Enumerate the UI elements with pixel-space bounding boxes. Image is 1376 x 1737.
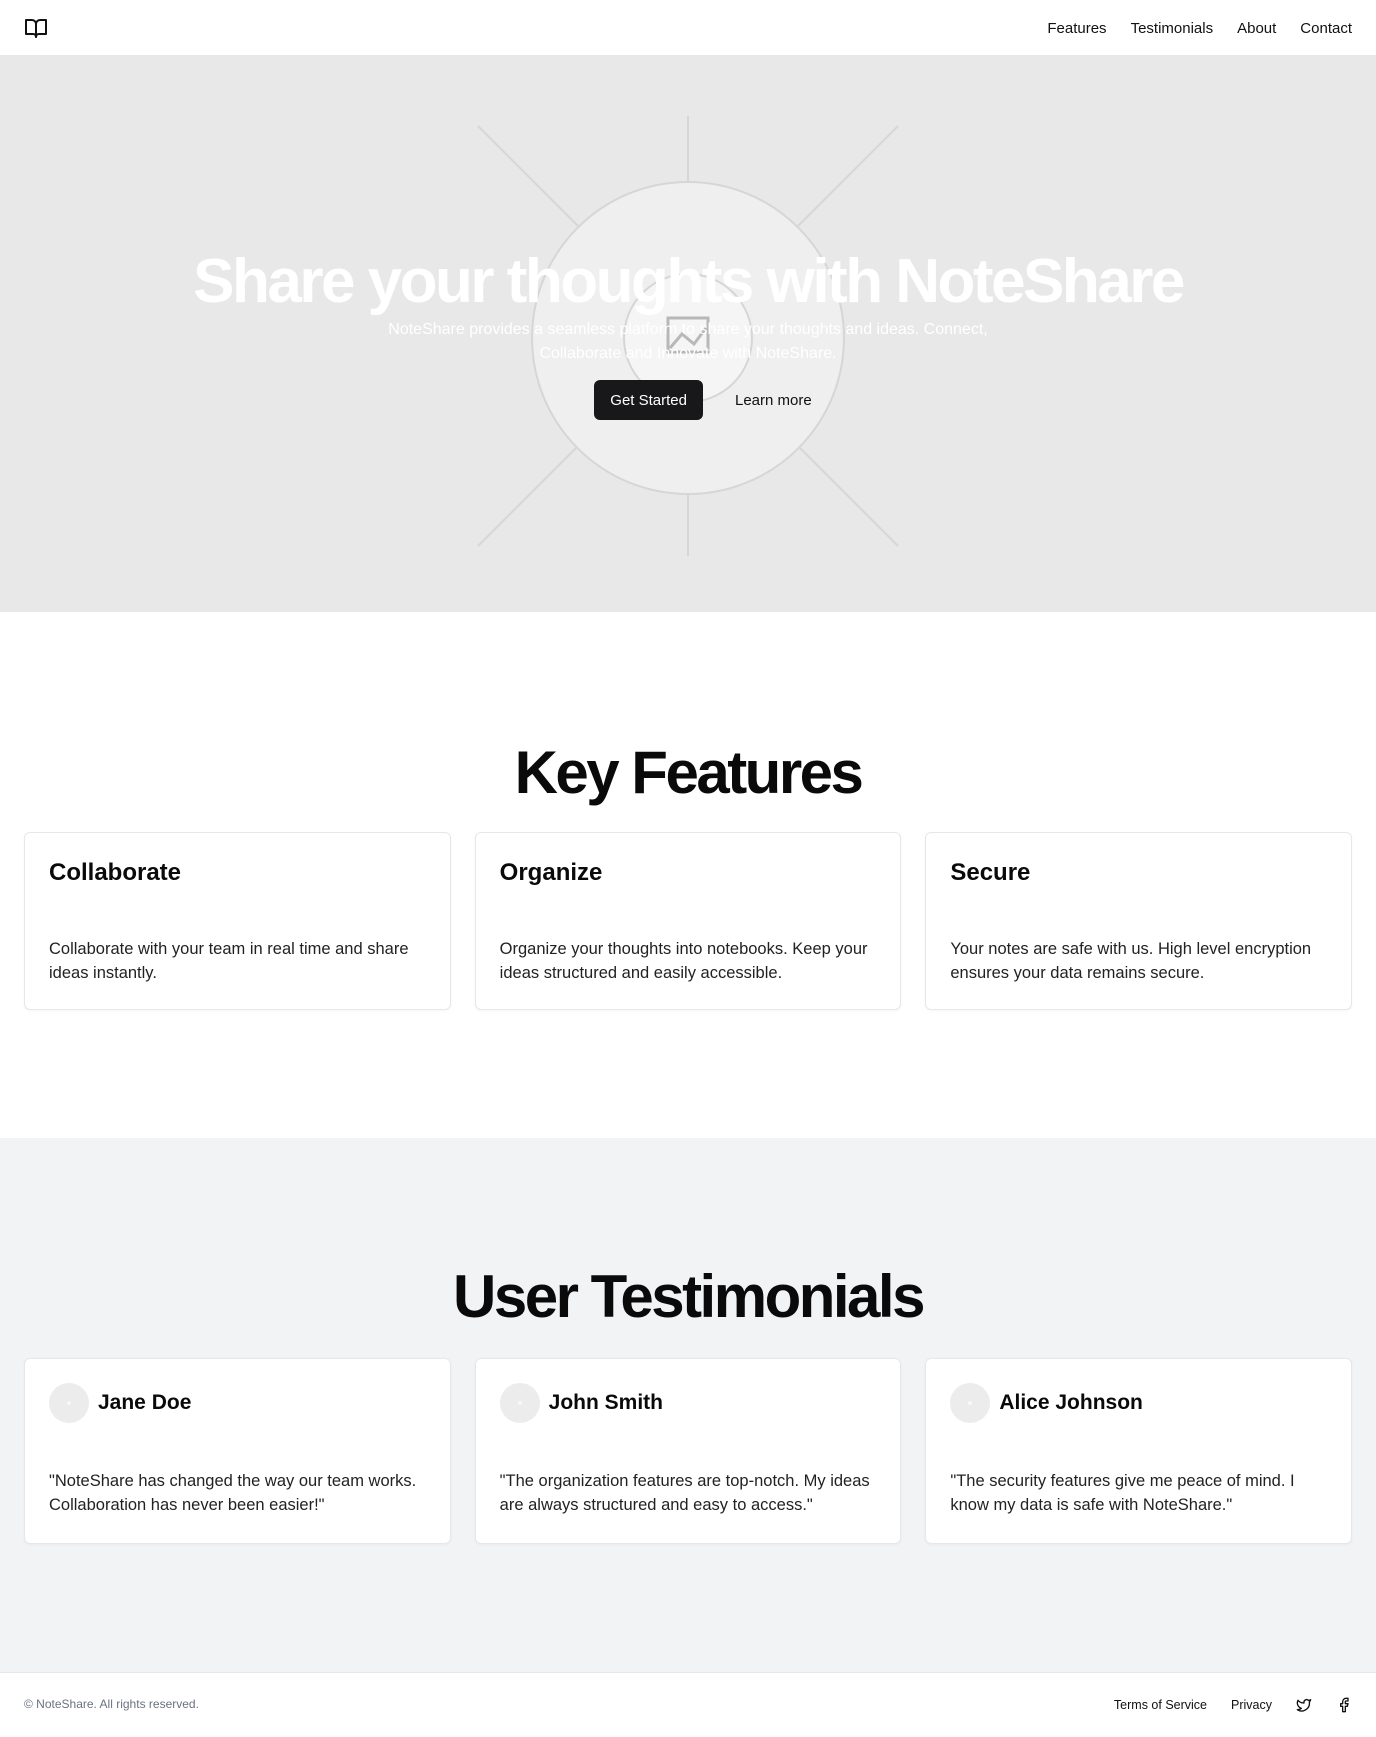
nav-link-features[interactable]: Features xyxy=(1047,20,1106,37)
facebook-icon[interactable] xyxy=(1336,1697,1352,1713)
feature-card: Secure Your notes are safe with us. High… xyxy=(925,832,1353,1010)
get-started-button[interactable]: Get Started xyxy=(594,380,703,420)
testimonial-author: Jane Doe xyxy=(49,1383,191,1423)
testimonial-author: John Smith xyxy=(499,1383,664,1423)
feature-card-text: Collaborate with your team in real time … xyxy=(49,940,409,982)
avatar xyxy=(49,1383,89,1423)
testimonial-card: John Smith "The organization features ar… xyxy=(474,1358,902,1544)
book-open-icon[interactable] xyxy=(24,16,48,40)
twitter-icon[interactable] xyxy=(1296,1697,1312,1713)
feature-card-text: Organize your thoughts into notebooks. K… xyxy=(499,940,868,982)
testimonial-name: John Smith xyxy=(548,1391,664,1414)
nav-link-testimonials[interactable]: Testimonials xyxy=(1131,20,1214,37)
feature-card: Organize Organize your thoughts into not… xyxy=(474,832,902,1010)
testimonial-author: Alice Johnson xyxy=(950,1383,1143,1423)
feature-card-text: Your notes are safe with us. High level … xyxy=(950,940,1312,982)
feature-card-title: Secure xyxy=(950,859,1031,886)
footer-links: Terms of Service Privacy xyxy=(1114,1673,1352,1737)
features-section: Key Features Collaborate Collaborate wit… xyxy=(0,612,1376,1138)
testimonial-card: Alice Johnson "The security features giv… xyxy=(925,1358,1353,1544)
hero-actions: Get Started Learn more xyxy=(0,380,1376,420)
terms-of-service-link[interactable]: Terms of Service xyxy=(1114,1698,1207,1712)
nav-link-about[interactable]: About xyxy=(1237,20,1276,37)
avatar xyxy=(499,1383,540,1423)
hero-section: Share your thoughts with NoteShare NoteS… xyxy=(0,56,1376,612)
site-footer: © NoteShare. All rights reserved. Terms … xyxy=(0,1672,1376,1737)
hero-title: Share your thoughts with NoteShare xyxy=(193,247,1185,316)
testimonial-name: Jane Doe xyxy=(98,1391,192,1414)
privacy-link[interactable]: Privacy xyxy=(1231,1698,1272,1712)
testimonials-section: User Testimonials Jane Doe "NoteShare ha… xyxy=(0,1138,1376,1672)
testimonials-title: User Testimonials xyxy=(453,1263,925,1330)
testimonial-name: Alice Johnson xyxy=(999,1391,1143,1414)
site-header: Features Testimonials About Contact xyxy=(0,0,1376,56)
learn-more-link[interactable]: Learn more xyxy=(735,392,812,409)
features-title: Key Features xyxy=(514,739,864,806)
feature-card-title: Organize xyxy=(499,859,603,886)
feature-card-title: Collaborate xyxy=(49,859,182,886)
testimonial-cards: Jane Doe "NoteShare has changed the way … xyxy=(24,1358,1353,1544)
feature-cards: Collaborate Collaborate with your team i… xyxy=(24,832,1353,1010)
testimonial-card: Jane Doe "NoteShare has changed the way … xyxy=(24,1358,451,1544)
nav-link-contact[interactable]: Contact xyxy=(1300,20,1352,37)
avatar xyxy=(950,1383,991,1423)
main-nav: Features Testimonials About Contact xyxy=(1047,0,1352,56)
testimonial-quote: "NoteShare has changed the way our team … xyxy=(49,1472,417,1514)
hero-subtitle: NoteShare provides a seamless platform t… xyxy=(388,321,988,362)
feature-card: Collaborate Collaborate with your team i… xyxy=(24,832,451,1010)
copyright-text: © NoteShare. All rights reserved. xyxy=(24,1697,199,1711)
testimonial-quote: "The organization features are top-notch… xyxy=(499,1472,870,1514)
testimonial-quote: "The security features give me peace of … xyxy=(950,1472,1295,1514)
